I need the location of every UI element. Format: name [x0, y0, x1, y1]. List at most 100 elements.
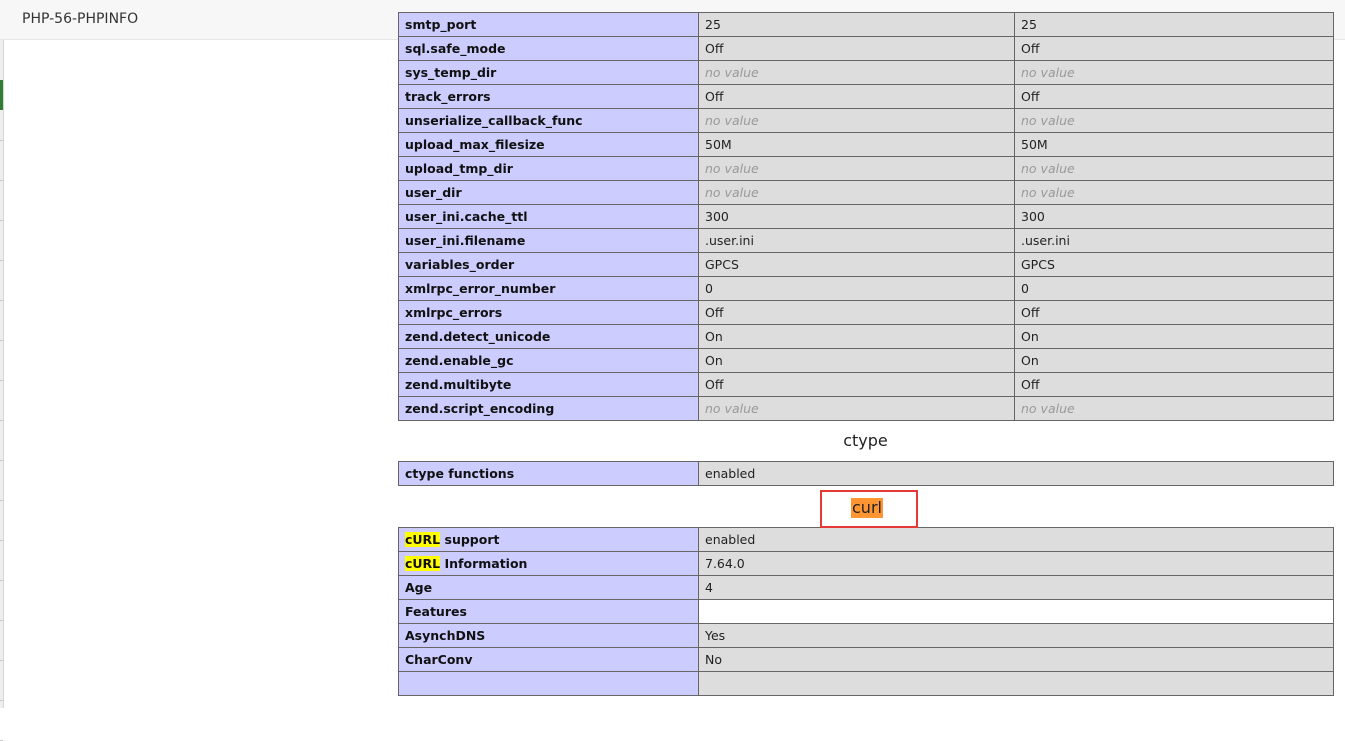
no-value-text: no value — [1021, 161, 1075, 176]
directive-label: CharConv — [405, 652, 473, 667]
directive-name: CharConv — [398, 647, 699, 672]
local-value: no value — [698, 108, 1015, 133]
table-row: xmlrpc_errors Off Off — [398, 300, 1334, 325]
master-value: no value — [1014, 108, 1334, 133]
table-row: sql.safe_mode Off Off — [398, 36, 1334, 61]
divider — [0, 340, 3, 341]
master-value: .user.ini — [1014, 228, 1334, 253]
divider — [0, 660, 3, 661]
directive-label: Features — [405, 604, 467, 619]
directive-value: 4 — [698, 575, 1334, 600]
local-value: no value — [698, 60, 1015, 85]
table-row: Age 4 — [398, 575, 1334, 600]
local-value: 0 — [698, 276, 1015, 301]
divider — [0, 300, 3, 301]
table-row: zend.enable_gc On On — [398, 348, 1334, 373]
directive-value: enabled — [698, 527, 1334, 552]
left-panel-edge — [0, 40, 4, 741]
local-value: no value — [698, 156, 1015, 181]
directive-value: enabled — [698, 461, 1334, 486]
directive-value: 7.64.0 — [698, 551, 1334, 576]
divider — [0, 140, 3, 141]
curl-table: cURL support enabled cURL Information 7.64.… — [398, 527, 1334, 696]
curl-section-header: curl — [398, 486, 1333, 528]
table-row: AsynchDNS Yes — [398, 623, 1334, 648]
local-value: no value — [698, 180, 1015, 205]
no-value-text: no value — [1021, 185, 1075, 200]
window-title: PHP-56-PHPINFO — [22, 11, 139, 27]
local-value: Off — [698, 84, 1015, 109]
table-row: user_dir no value no value — [398, 180, 1334, 205]
directive-name: Features — [398, 599, 699, 624]
search-highlight: cURL — [405, 532, 441, 547]
master-value: Off — [1014, 84, 1334, 109]
divider — [0, 380, 3, 381]
local-value: GPCS — [698, 252, 1015, 277]
master-value: 0 — [1014, 276, 1334, 301]
no-value-text: no value — [1021, 401, 1075, 416]
master-value: GPCS — [1014, 252, 1334, 277]
divider — [0, 460, 3, 461]
local-value: 300 — [698, 204, 1015, 229]
table-row: cURL support enabled — [398, 527, 1334, 552]
local-value: On — [698, 324, 1015, 349]
local-value: On — [698, 348, 1015, 373]
directive-value: Yes — [698, 623, 1334, 648]
master-value: Off — [1014, 372, 1334, 397]
divider — [0, 700, 3, 701]
directive-name: zend.multibyte — [398, 372, 699, 397]
table-row: variables_order GPCS GPCS — [398, 252, 1334, 277]
divider — [0, 540, 3, 541]
local-value: 25 — [698, 12, 1015, 37]
directive-value — [698, 599, 1334, 624]
divider — [0, 620, 3, 621]
directive-name: variables_order — [398, 252, 699, 277]
divider — [0, 420, 3, 421]
table-row: zend.script_encoding no value no value — [398, 396, 1334, 421]
directive-name: smtp_port — [398, 12, 699, 37]
table-row: Features — [398, 599, 1334, 624]
master-value: no value — [1014, 396, 1334, 421]
local-value: Off — [698, 36, 1015, 61]
ctype-table: ctype functions enabled — [398, 461, 1334, 486]
table-row: upload_max_filesize 50M 50M — [398, 132, 1334, 157]
divider — [0, 220, 3, 221]
no-value-text: no value — [705, 401, 759, 416]
ctype-section-title: ctype — [843, 431, 888, 450]
directive-name: user_ini.filename — [398, 228, 699, 253]
directive-name: zend.enable_gc — [398, 348, 699, 373]
directive-name: sys_temp_dir — [398, 60, 699, 85]
master-value: 25 — [1014, 12, 1334, 37]
directive-name: zend.detect_unicode — [398, 324, 699, 349]
no-value-text: no value — [705, 65, 759, 80]
table-row: sys_temp_dir no value no value — [398, 60, 1334, 85]
table-row: xmlrpc_error_number 0 0 — [398, 276, 1334, 301]
directive-name: Age — [398, 575, 699, 600]
table-row: zend.detect_unicode On On — [398, 324, 1334, 349]
directive-name: sql.safe_mode — [398, 36, 699, 61]
core-config-table: smtp_port 25 25 sql.safe_mode Off Off sys_temp… — [398, 12, 1334, 421]
phpinfo-content: smtp_port 25 25 sql.safe_mode Off Off sys_temp… — [398, 12, 1334, 696]
table-row: user_ini.filename .user.ini .user.ini — [398, 228, 1334, 253]
search-highlight: cURL — [405, 556, 441, 571]
master-value: no value — [1014, 156, 1334, 181]
table-row: upload_tmp_dir no value no value — [398, 156, 1334, 181]
no-value-text: no value — [1021, 113, 1075, 128]
local-value: 50M — [698, 132, 1015, 157]
master-value: 300 — [1014, 204, 1334, 229]
curl-section-title: curl — [851, 498, 883, 518]
master-value: Off — [1014, 300, 1334, 325]
directive-label: Age — [405, 580, 433, 595]
table-row: cURL Information 7.64.0 — [398, 551, 1334, 576]
directive-name: unserialize_callback_func — [398, 108, 699, 133]
directive-name: track_errors — [398, 84, 699, 109]
directive-name: upload_tmp_dir — [398, 156, 699, 181]
divider — [0, 580, 3, 581]
master-value: no value — [1014, 180, 1334, 205]
divider — [0, 260, 3, 261]
divider — [0, 500, 3, 501]
directive-label: Information — [440, 556, 528, 571]
directive-label: support — [440, 532, 500, 547]
local-value: no value — [698, 396, 1015, 421]
table-row: ctype functions enabled — [398, 461, 1334, 486]
